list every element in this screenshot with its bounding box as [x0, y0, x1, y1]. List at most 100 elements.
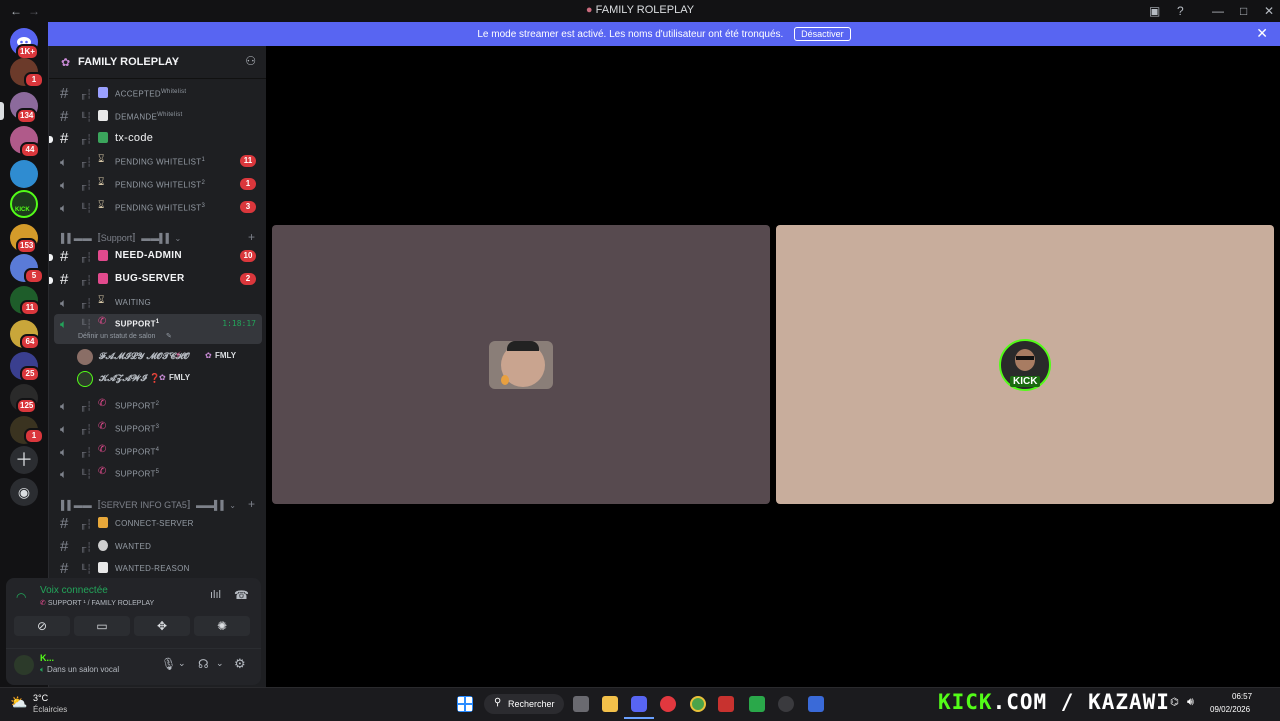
voice-channel-support-1[interactable]: 🔈︎ ╙┆ ✆ SUPPORT1 1:18:17 Définir un stat… [54, 314, 262, 344]
channel-label: NEED-ADMIN [115, 250, 182, 261]
gear-icon[interactable]: ⚙ [234, 656, 246, 672]
app-icon[interactable] [778, 696, 794, 712]
channel-sup: 4 [155, 447, 160, 453]
speaker-icon: 🔈︎ [60, 467, 68, 481]
server-icon[interactable] [10, 160, 38, 188]
clock-time[interactable]: 06:57 [1232, 692, 1252, 701]
category-label: ▌▌▬▬〚Support〛▬▬▌▌ [61, 233, 173, 243]
channel-label: SUPPORT [115, 424, 156, 434]
maximize-icon[interactable]: □ [1240, 3, 1247, 19]
channel-demande[interactable]: # ╙┆ DEMANDEWhitelist [54, 107, 262, 127]
volume-icon[interactable]: 🔊︎ [1187, 696, 1194, 709]
app-icon[interactable] [808, 696, 824, 712]
server-avatar-user[interactable]: 1 [10, 58, 44, 88]
category-server-info[interactable]: ▌▌▬▬〚SERVER INFO GTA5〛▬▬▌▌ ⌄ + [61, 497, 261, 514]
voice-channel-support-3[interactable]: 🔈︎ ╓┆ ✆ SUPPORT3 [54, 419, 262, 439]
activities-button[interactable]: ✥ [134, 616, 190, 636]
inbox-icon[interactable]: ▣ [1149, 3, 1160, 19]
minimize-icon[interactable]: — [1212, 3, 1224, 19]
channel-wanted[interactable]: # ╓┆ WANTED [54, 537, 262, 557]
camera-toggle-button[interactable]: ⊘ [14, 616, 70, 636]
user-count-badge: 11 [240, 155, 256, 167]
search-box[interactable]: ⚲ Rechercher [484, 694, 564, 714]
share-screen-button[interactable]: ▭ [74, 616, 130, 636]
chrome-icon[interactable] [690, 696, 706, 712]
app-icon[interactable] [718, 696, 734, 712]
voice-user[interactable]: 𝓚𝓐𝓩𝓐𝓦𝓘 ❓ ✿ FMLY [77, 370, 257, 388]
network-icon[interactable]: ⌬ [1170, 697, 1179, 708]
discord-app-icon[interactable] [631, 696, 647, 712]
soundboard-button[interactable]: ✺ [194, 616, 250, 636]
chevron-down-icon[interactable]: ⌄ [178, 658, 186, 669]
user-count-badge: 3 [240, 201, 256, 213]
server-icon[interactable]: 11 [10, 286, 40, 316]
channel-pending-whitelist-2[interactable]: 🔈︎ ╓┆ ⌛︎ PENDING WHITELIST2 1 [54, 175, 262, 195]
server-icon[interactable]: 125 [10, 384, 38, 414]
server-icon[interactable]: 25 [10, 352, 40, 382]
channel-label: SUPPORT [115, 319, 156, 329]
channel-label: PENDING WHITELIST [115, 157, 202, 167]
channel-bug-server[interactable]: # ╓┆ BUG-SERVER 2 [49, 270, 262, 290]
clock-date[interactable]: 09/02/2026 [1210, 705, 1250, 714]
server-kick[interactable]: KICK [10, 190, 38, 218]
close-window-icon[interactable]: ✕ [1264, 3, 1274, 19]
headphones-icon[interactable]: ☊ [198, 657, 209, 671]
voice-channel-support-2[interactable]: 🔈︎ ╓┆ ✆ SUPPORT2 [54, 396, 262, 416]
signal-icon[interactable]: ◠ [16, 590, 26, 604]
video-tile-user1[interactable] [272, 225, 770, 504]
disable-streamer-mode-button[interactable]: Désactiver [794, 27, 851, 41]
discover-button[interactable]: ◉ [10, 478, 38, 506]
server-icon[interactable]: 153 [10, 224, 38, 254]
hourglass-icon: ⌛︎ [98, 295, 105, 306]
windows-taskbar: ⛅ 3°C Éclaircies ⚲ Rechercher KICK.COM /… [0, 687, 1280, 721]
server-icon[interactable]: 64 [10, 320, 40, 350]
hourglass-icon: ⌛︎ [98, 200, 105, 211]
noise-suppression-icon[interactable]: ılıl [210, 589, 221, 601]
chevron-down-icon[interactable]: ⌄ [216, 658, 224, 669]
voice-channel-support-4[interactable]: 🔈︎ ╓┆ ✆ SUPPORT4 [54, 442, 262, 462]
voice-channel-support-5[interactable]: 🔈︎ ╙┆ ✆ SUPPORT5 [54, 464, 262, 484]
create-channel-icon[interactable]: + [248, 497, 255, 511]
server-icon[interactable]: 44 [10, 126, 40, 158]
unread-indicator [49, 277, 53, 284]
channel-accepted[interactable]: # ╓┆ ACCEPTEDWhitelist [54, 84, 262, 104]
voice-user[interactable]: 𝓕𝓐𝓜𝓘𝓛𝓨 𝓜𝓞𝓣𝓒𝓗𝓞 ⚡ ✿ FMLY [77, 348, 257, 366]
user1-avatar [489, 341, 553, 389]
server-header[interactable]: ✿ FAMILY ROLEPLAY ⌄ ⚇ [49, 46, 266, 79]
app-icon[interactable] [749, 696, 765, 712]
microphone-icon[interactable]: 🎙︎ [161, 657, 176, 671]
task-view-icon[interactable] [573, 696, 589, 712]
disconnect-icon[interactable]: ☎ [234, 588, 249, 602]
help-icon[interactable]: ? [1177, 3, 1184, 19]
set-channel-status[interactable]: Définir un statut de salon [78, 333, 155, 340]
invite-people-icon[interactable]: ⚇ [245, 54, 256, 68]
tree-branch-icon: ╓┆ [80, 519, 92, 529]
channel-tx-code[interactable]: # ╓┆ tx-code [49, 129, 262, 149]
server-family-roleplay[interactable]: 134 [10, 92, 38, 124]
channel-pending-whitelist-1[interactable]: 🔈︎ ╓┆ ⌛︎ PENDING WHITELIST1 11 [54, 152, 262, 172]
add-server-button[interactable]: ＋ [10, 446, 38, 474]
category-support[interactable]: ▌▌▬▬〚Support〛▬▬▌▌ ⌄ + [61, 230, 261, 247]
channel-connect-server[interactable]: # ╓┆ CONNECT-SERVER [54, 514, 262, 534]
voice-channel-info[interactable]: ✆ SUPPORT ¹ / FAMILY ROLEPLAY [40, 599, 154, 607]
channel-need-admin[interactable]: # ╓┆ NEED-ADMIN 10 [49, 247, 262, 267]
activities-icon: ✥ [156, 619, 168, 633]
selected-server-indicator [0, 102, 4, 120]
file-explorer-icon[interactable] [602, 696, 618, 712]
speaker-icon: 🔈︎ [60, 422, 68, 436]
close-banner-icon[interactable]: ✕ [1256, 25, 1268, 42]
channel-waiting[interactable]: 🔈︎ ╓┆ ⌛︎ WAITING [54, 293, 262, 313]
start-button[interactable] [457, 696, 473, 712]
weather-icon[interactable]: ⛅ [10, 694, 27, 711]
server-icon[interactable]: 1 [10, 416, 44, 444]
video-tile-user2[interactable]: KICK [776, 225, 1274, 504]
channel-sup: 3 [155, 424, 160, 430]
channel-pending-whitelist-3[interactable]: 🔈︎ ╙┆ ⌛︎ PENDING WHITELIST3 3 [54, 198, 262, 218]
avatar[interactable] [14, 655, 34, 675]
app-icon[interactable] [660, 696, 676, 712]
channel-wanted-reason[interactable]: # ╙┆ WANTED-REASON [54, 559, 262, 579]
server-icon[interactable]: 5 [10, 254, 44, 284]
direct-messages-button[interactable]: 1K+ [10, 28, 39, 60]
tree-branch-icon: ╙┆ [80, 319, 92, 329]
create-channel-icon[interactable]: + [248, 230, 255, 244]
